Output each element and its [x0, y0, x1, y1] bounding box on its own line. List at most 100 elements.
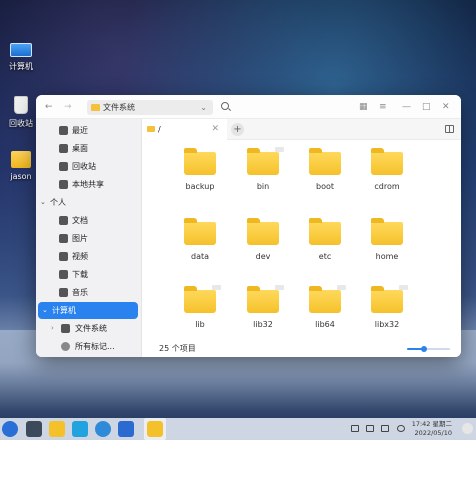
- search-icon[interactable]: [221, 102, 229, 110]
- sidebar-item-music[interactable]: 音乐: [36, 284, 141, 301]
- sidebar-item-downloads[interactable]: 下载: [36, 266, 141, 283]
- folder-item[interactable]: lib32: [238, 285, 288, 329]
- home-folder-icon: [11, 151, 31, 168]
- sidebar-item-label: 文件系统: [75, 324, 107, 333]
- folder-label: lib32: [253, 320, 273, 329]
- folder-item[interactable]: bin: [238, 147, 288, 191]
- path-breadcrumb[interactable]: 文件系统 ⌄: [87, 100, 213, 115]
- sidebar-item-all-tags[interactable]: 所有标记...: [36, 338, 141, 355]
- sidebar-item-label: 所有标记...: [75, 342, 115, 351]
- volume-icon[interactable]: [397, 425, 405, 432]
- trash-icon: [59, 162, 68, 171]
- taskbar: 17:42 星期二 2022/05/10: [0, 418, 476, 440]
- start-menu-icon[interactable]: [2, 421, 18, 437]
- folder-icon: [309, 285, 346, 313]
- desktop-trash-shortcut[interactable]: 回收站: [4, 96, 38, 129]
- folder-item[interactable]: boot: [300, 148, 350, 191]
- zoom-slider[interactable]: [407, 346, 450, 352]
- app-store-icon[interactable]: [72, 421, 88, 437]
- maximize-icon[interactable]: □: [422, 95, 431, 119]
- forward-arrow-icon[interactable]: →: [64, 95, 72, 119]
- folder-label: cdrom: [374, 182, 400, 191]
- folder-item[interactable]: lib64: [300, 285, 350, 329]
- sidebar-item-label: 回收站: [72, 162, 96, 171]
- menu-icon[interactable]: ≡: [379, 95, 387, 119]
- notification-icon[interactable]: [366, 425, 374, 432]
- tag-icon: [61, 342, 70, 351]
- sidebar-item-label: 最近: [72, 126, 88, 135]
- folder-icon: [247, 218, 279, 245]
- network-icon[interactable]: [381, 425, 389, 432]
- tab-close-icon[interactable]: ✕: [211, 119, 219, 140]
- tab-label: /: [158, 125, 161, 134]
- folder-item[interactable]: dev: [238, 218, 288, 261]
- sidebar-item-label: 本地共享: [72, 180, 104, 189]
- sidebar-item-recent[interactable]: 最近: [36, 122, 141, 139]
- folder-label: etc: [318, 252, 332, 261]
- clock[interactable]: 17:42 星期二 2022/05/10: [412, 420, 452, 438]
- sidebar-item-local-share[interactable]: 本地共享: [36, 176, 141, 193]
- view-mode-icon[interactable]: ▦: [359, 95, 368, 119]
- sidebar-group-label: 计算机: [52, 306, 76, 315]
- titlebar: ← → 文件系统 ⌄ ▦ ≡ — □ ✕: [36, 95, 461, 119]
- folder-label: dev: [255, 252, 271, 261]
- chevron-right-icon[interactable]: ›: [51, 320, 54, 337]
- sidebar-item-documents[interactable]: 文档: [36, 212, 141, 229]
- desktop-home-label: jason: [10, 172, 32, 181]
- sidebar-group-computer[interactable]: ⌄ 计算机: [38, 302, 138, 319]
- chevron-down-icon[interactable]: ⌄: [200, 100, 207, 115]
- folder-mini-icon: [91, 104, 100, 111]
- theme-toggle-icon[interactable]: [462, 423, 473, 434]
- sidebar-group-label: 个人: [50, 198, 66, 207]
- browser-icon[interactable]: [95, 421, 111, 437]
- desktop-home-shortcut[interactable]: jason: [4, 151, 38, 181]
- folder-mini-icon: [147, 126, 155, 132]
- status-bar: 25 个项目: [142, 341, 461, 357]
- minimize-icon[interactable]: —: [402, 95, 411, 119]
- drive-icon: [61, 324, 70, 333]
- add-tab-button[interactable]: +: [231, 123, 244, 136]
- folder-label: backup: [185, 182, 215, 191]
- folder-item[interactable]: data: [175, 218, 225, 261]
- tab-root[interactable]: / ✕: [142, 119, 227, 140]
- folder-item[interactable]: etc: [300, 218, 350, 261]
- folder-icon: [184, 285, 221, 313]
- sidebar-item-desktop[interactable]: 桌面: [36, 140, 141, 157]
- sidebar-group-personal[interactable]: ⌄ 个人: [36, 194, 141, 211]
- detail-panel-icon[interactable]: [445, 125, 454, 133]
- open-file-manager-icon[interactable]: [147, 421, 163, 437]
- keyboard-icon[interactable]: [351, 425, 359, 432]
- file-view: / ✕ + backup bin boot cdrom data dev etc home li…: [142, 119, 461, 357]
- desktop-computer-shortcut[interactable]: 计算机: [4, 43, 38, 72]
- sidebar-item-filesystem[interactable]: › 文件系统: [36, 320, 141, 337]
- clock-icon: [59, 126, 68, 135]
- sidebar-item-videos[interactable]: 视频: [36, 248, 141, 265]
- wps-writer-icon[interactable]: [118, 421, 134, 437]
- folder-item[interactable]: lib: [175, 285, 225, 329]
- close-icon[interactable]: ✕: [442, 95, 450, 119]
- sidebar-item-label: 文档: [72, 216, 88, 225]
- folder-item[interactable]: backup: [175, 148, 225, 191]
- download-icon: [59, 270, 68, 279]
- multitask-view-icon[interactable]: [26, 421, 42, 437]
- folder-item[interactable]: libx32: [362, 285, 412, 329]
- sidebar-item-label: 图片: [72, 234, 88, 243]
- sidebar-item-pictures[interactable]: 图片: [36, 230, 141, 247]
- folder-item[interactable]: home: [362, 218, 412, 261]
- document-icon: [59, 216, 68, 225]
- file-manager-taskbar-icon[interactable]: [49, 421, 65, 437]
- tab-bar: / ✕ +: [142, 119, 461, 140]
- folder-icon: [371, 285, 408, 313]
- chevron-down-icon[interactable]: ⌄: [40, 194, 46, 211]
- chevron-down-icon[interactable]: ⌄: [42, 302, 48, 319]
- video-icon: [59, 252, 68, 261]
- sidebar: 最近 桌面 回收站 本地共享 ⌄ 个人 文档 图片 视频 下载 音乐 ⌄ 计算机 ›…: [36, 119, 142, 357]
- sidebar-item-trash[interactable]: 回收站: [36, 158, 141, 175]
- share-icon: [59, 180, 68, 189]
- desktop-computer-label: 计算机: [9, 62, 33, 71]
- folder-item[interactable]: cdrom: [362, 148, 412, 191]
- zoom-slider-handle[interactable]: [421, 346, 428, 352]
- folder-label: home: [375, 252, 399, 261]
- back-arrow-icon[interactable]: ←: [45, 95, 53, 119]
- file-manager-window: ← → 文件系统 ⌄ ▦ ≡ — □ ✕ 最近 桌面 回收站 本地共享 ⌄ 个人 …: [36, 95, 461, 357]
